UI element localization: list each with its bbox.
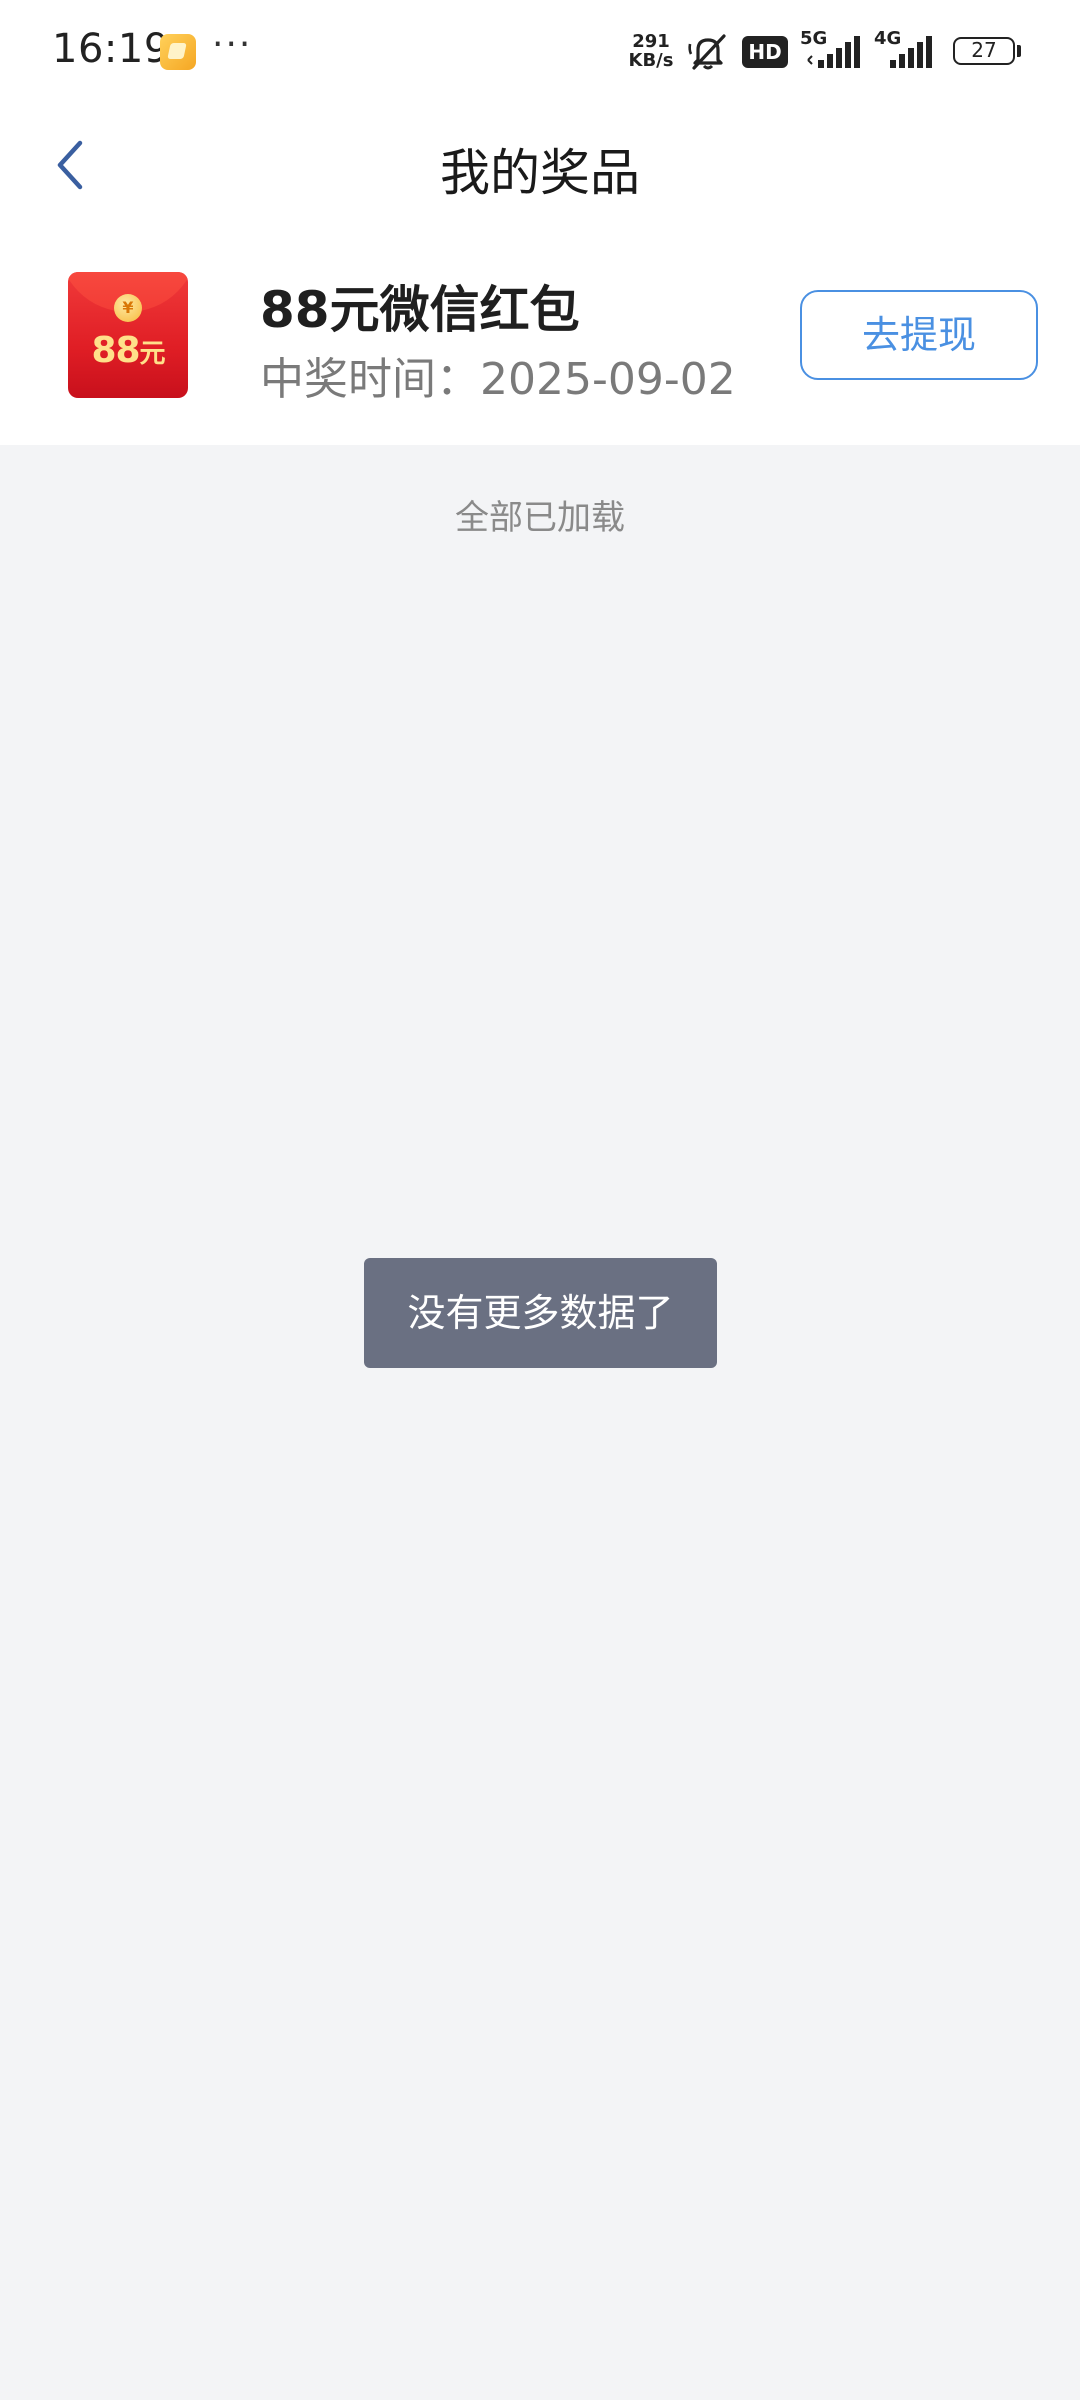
signal-4g-icon: [890, 36, 932, 68]
red-packet-amount-value: 88: [91, 330, 140, 371]
list-end-text: 全部已加载: [455, 498, 625, 538]
signal-5g-icon: [807, 36, 860, 68]
toast-message: 没有更多数据了: [364, 1258, 717, 1368]
bell-off-icon: [688, 34, 726, 70]
network-speed-unit: KB/s: [628, 50, 674, 71]
red-packet-amount: 88元: [68, 330, 188, 371]
network-speed: 291 KB/s: [625, 32, 677, 70]
coin-icon: ¥: [114, 294, 142, 322]
network-speed-value: 291: [632, 31, 670, 52]
battery-icon: 27: [953, 37, 1015, 65]
withdraw-button[interactable]: 去提现: [800, 290, 1038, 380]
prize-name: 88元微信红包: [260, 281, 580, 339]
gallery-app-icon: [160, 34, 196, 70]
status-time: 16:19: [52, 26, 170, 72]
prize-list-item: ¥ 88元 88元微信红包 中奖时间：2025-09-02 去提现: [0, 225, 1080, 445]
prize-win-date: 中奖时间：2025-09-02: [260, 354, 736, 405]
red-packet-amount-unit: 元: [139, 339, 166, 369]
battery-tip: [1017, 45, 1021, 57]
more-notifications-icon: ···: [212, 24, 253, 65]
hd-voice-badge: HD: [742, 36, 788, 68]
page-title: 我的奖品: [440, 144, 640, 202]
navigation-bar: 我的奖品: [0, 105, 1080, 225]
status-bar: 16:19 ··· 291 KB/s HD 5G 4G 27: [0, 0, 1080, 105]
red-packet-icon: ¥ 88元: [68, 272, 188, 398]
